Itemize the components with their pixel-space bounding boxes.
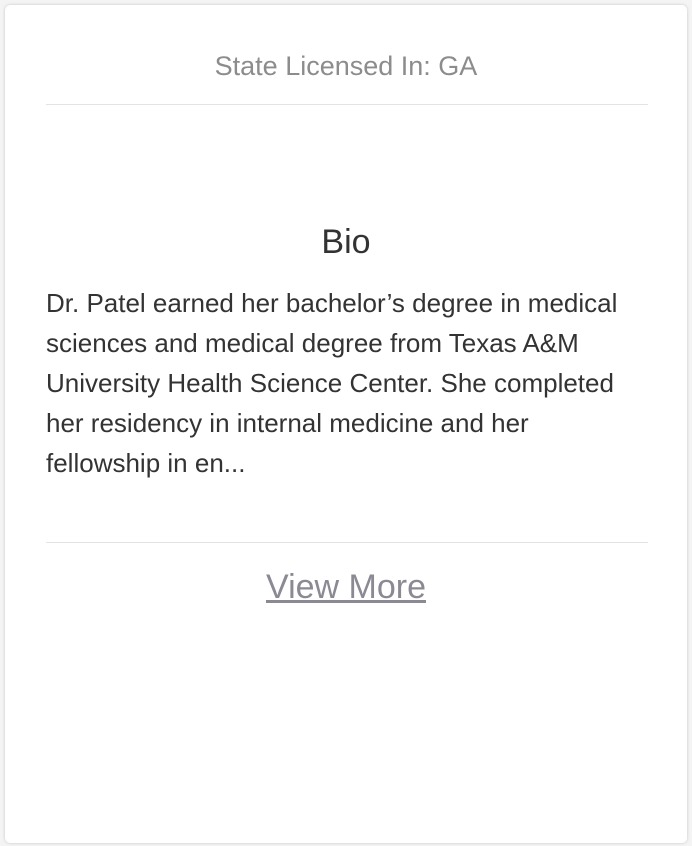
bio-text: Dr. Patel earned her bachelor’s degree i…: [46, 288, 618, 478]
bio-heading: Bio: [321, 223, 371, 261]
bottom-divider: [46, 542, 648, 543]
top-divider: [46, 104, 648, 105]
view-more-container: View More: [5, 566, 687, 608]
state-license-text: State Licensed In: GA: [214, 51, 478, 81]
provider-bio-card: State Licensed In: GA Bio Dr. Patel earn…: [5, 5, 687, 843]
view-more-link[interactable]: View More: [266, 568, 426, 606]
